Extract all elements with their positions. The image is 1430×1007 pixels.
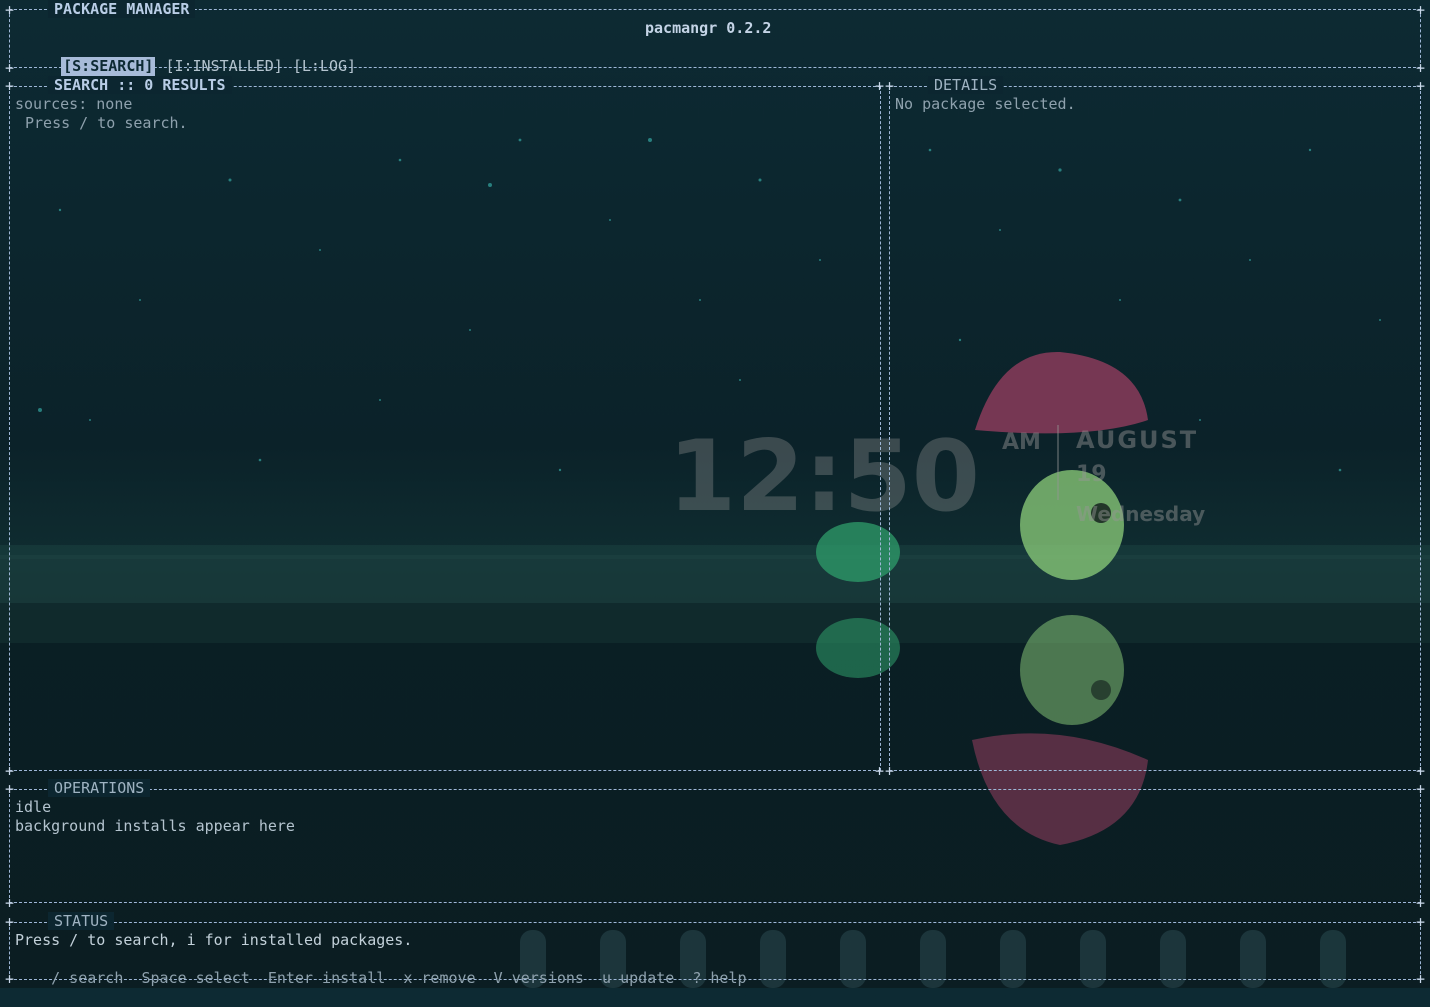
- status-message: Press / to search, i for installed packa…: [15, 931, 413, 949]
- search-panel-title: SEARCH :: 0 RESULTS: [48, 76, 232, 94]
- corner-plus: +: [1416, 970, 1426, 988]
- search-hint: Press / to search.: [25, 114, 188, 132]
- details-panel: [889, 86, 1421, 771]
- corner-plus: +: [875, 77, 885, 95]
- header-panel-title: PACKAGE MANAGER: [48, 0, 196, 18]
- corner-plus: +: [1416, 913, 1426, 931]
- keyhint-update: u update: [602, 969, 675, 987]
- corner-plus: +: [1416, 59, 1426, 77]
- search-results-list[interactable]: [12, 135, 878, 765]
- corner-plus: +: [885, 762, 895, 780]
- corner-plus: +: [5, 913, 15, 931]
- operations-state: idle: [15, 798, 52, 816]
- tab-search[interactable]: [S:SEARCH]: [61, 57, 156, 76]
- corner-plus: +: [875, 762, 885, 780]
- status-panel-title: STATUS: [48, 912, 115, 930]
- tab-installed[interactable]: [I:INSTALLED]: [165, 57, 282, 76]
- app-name: pacmangr 0.2.2: [645, 19, 772, 37]
- corner-plus: +: [1416, 894, 1426, 912]
- corner-plus: +: [5, 77, 15, 95]
- keyhint-help: ? help: [692, 969, 747, 987]
- corner-plus: +: [5, 894, 15, 912]
- status-panel-top-border: [9, 922, 1421, 923]
- corner-plus: +: [1416, 77, 1426, 95]
- keyhint-remove: x remove: [403, 969, 476, 987]
- corner-plus: +: [1416, 1, 1426, 19]
- operations-note: background installs appear here: [15, 817, 295, 835]
- keybinding-hints: / search Space select Enter install x re…: [15, 950, 747, 1007]
- operations-panel: [9, 789, 1421, 903]
- corner-plus: +: [1416, 780, 1426, 798]
- details-panel-title: DETAILS: [928, 76, 1004, 94]
- keyhint-versions: V versions: [493, 969, 584, 987]
- details-empty-message: No package selected.: [895, 95, 1076, 113]
- corner-plus: +: [5, 59, 15, 77]
- keyhint-search: / search: [51, 969, 124, 987]
- corner-plus: +: [5, 780, 15, 798]
- tab-log[interactable]: [L:LOG]: [293, 57, 356, 76]
- corner-plus: +: [885, 77, 895, 95]
- keyhint-select: Space select: [141, 969, 250, 987]
- corner-plus: +: [5, 762, 15, 780]
- corner-plus: +: [5, 970, 15, 988]
- corner-plus: +: [5, 1, 15, 19]
- keyhint-install: Enter install: [267, 969, 386, 987]
- operations-panel-title: OPERATIONS: [48, 779, 151, 797]
- corner-plus: +: [1416, 762, 1426, 780]
- search-sources: sources: none: [15, 95, 133, 113]
- tui-root: PACKAGE MANAGER pacmangr 0.2.2 [S:SEARCH…: [0, 0, 1430, 988]
